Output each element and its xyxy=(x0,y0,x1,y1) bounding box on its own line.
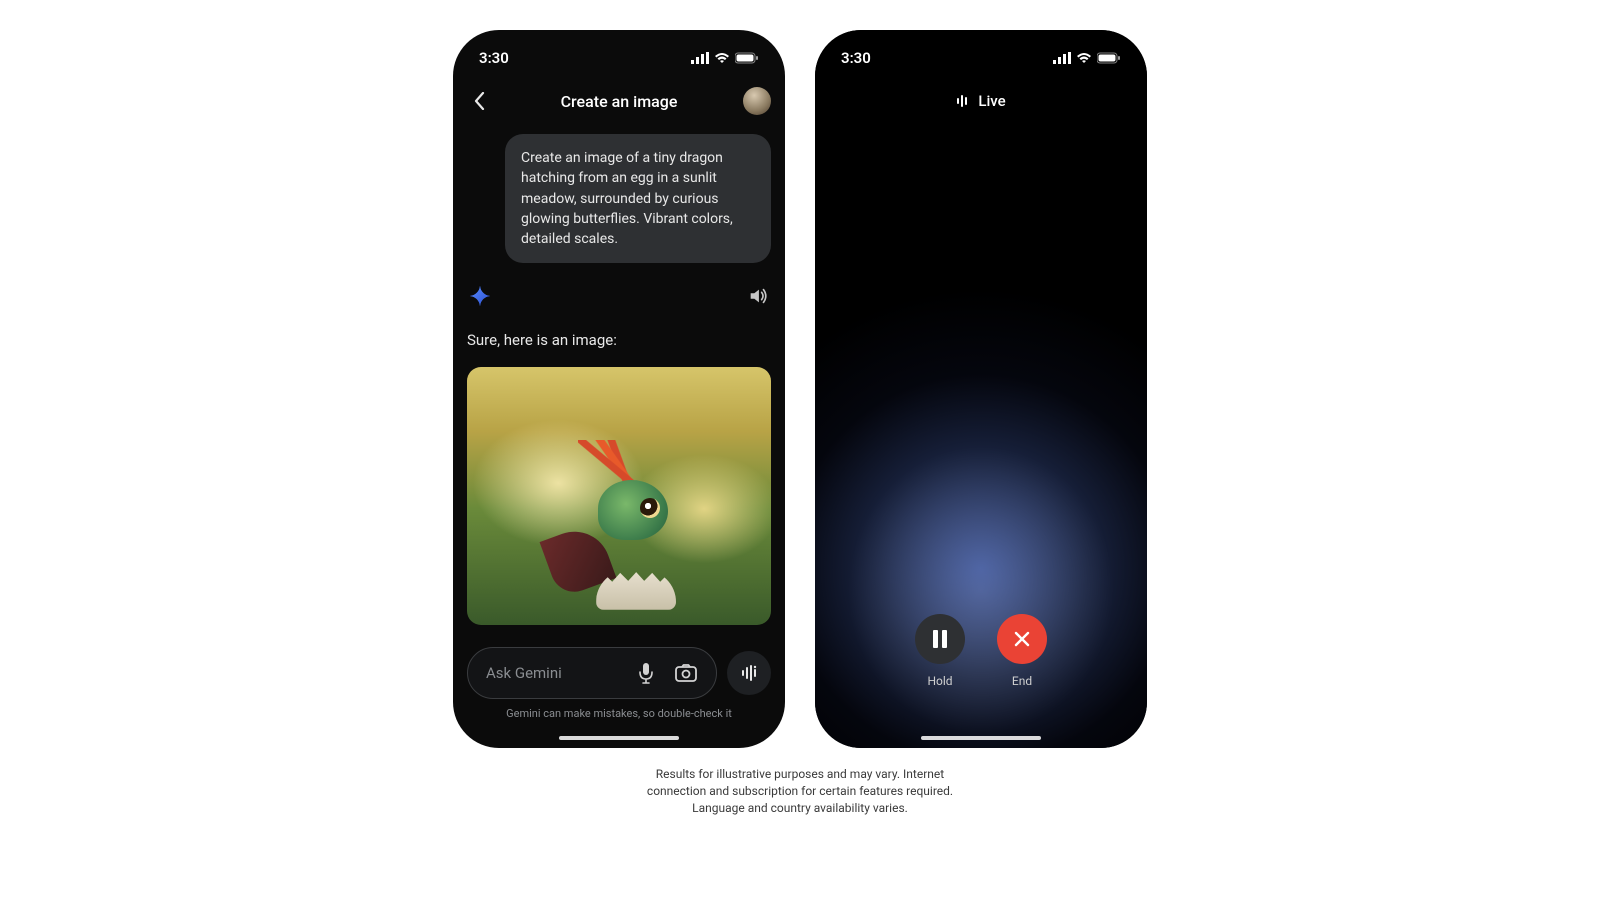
generated-image[interactable] xyxy=(467,367,771,625)
input-area: Ask Gemini Gemini can make mistakes, so … xyxy=(453,637,785,728)
assistant-response-header xyxy=(467,285,771,307)
status-bar: 3:30 xyxy=(815,38,1147,78)
gemini-spark-icon xyxy=(469,285,491,307)
live-voice-button[interactable] xyxy=(727,651,771,695)
speaker-icon[interactable] xyxy=(747,285,769,307)
cellular-icon xyxy=(691,52,709,64)
camera-button[interactable] xyxy=(666,653,706,693)
prompt-placeholder: Ask Gemini xyxy=(486,664,626,682)
status-time: 3:30 xyxy=(479,49,509,67)
status-time: 3:30 xyxy=(841,49,871,67)
status-icons xyxy=(1053,52,1121,64)
back-button[interactable] xyxy=(467,89,491,113)
dragon-illustration xyxy=(558,440,698,600)
home-indicator[interactable] xyxy=(921,736,1041,740)
battery-icon xyxy=(1097,52,1121,64)
page-title: Create an image xyxy=(561,92,678,111)
phone-create-image: 3:30 Create an image Create an image of … xyxy=(453,30,785,748)
close-icon xyxy=(1014,631,1030,647)
live-header: Live xyxy=(815,78,1147,124)
caption-line: Language and country availability varies… xyxy=(647,800,953,817)
live-controls: Hold End xyxy=(815,614,1147,728)
status-bar: 3:30 xyxy=(453,38,785,78)
phone-live: 3:30 Live Hold xyxy=(815,30,1147,748)
avatar[interactable] xyxy=(743,87,771,115)
end-label: End xyxy=(1012,674,1032,688)
hold-button[interactable] xyxy=(915,614,965,664)
mic-button[interactable] xyxy=(626,653,666,693)
wifi-icon xyxy=(1076,52,1092,64)
caption-line: Results for illustrative purposes and ma… xyxy=(647,766,953,783)
status-icons xyxy=(691,52,759,64)
live-label: Live xyxy=(978,92,1005,110)
chat-body: Create an image of a tiny dragon hatchin… xyxy=(453,124,785,637)
home-indicator[interactable] xyxy=(559,736,679,740)
user-message-bubble: Create an image of a tiny dragon hatchin… xyxy=(505,134,771,263)
waveform-icon xyxy=(956,94,970,108)
pause-icon xyxy=(932,630,948,648)
input-disclaimer: Gemini can make mistakes, so double-chec… xyxy=(467,707,771,720)
hold-label: Hold xyxy=(927,674,952,688)
battery-icon xyxy=(735,52,759,64)
assistant-reply-text: Sure, here is an image: xyxy=(467,331,771,349)
app-header: Create an image xyxy=(453,78,785,124)
caption-line: connection and subscription for certain … xyxy=(647,783,953,800)
cellular-icon xyxy=(1053,52,1071,64)
prompt-input[interactable]: Ask Gemini xyxy=(467,647,717,699)
marketing-caption: Results for illustrative purposes and ma… xyxy=(647,766,953,816)
wifi-icon xyxy=(714,52,730,64)
end-button[interactable] xyxy=(997,614,1047,664)
